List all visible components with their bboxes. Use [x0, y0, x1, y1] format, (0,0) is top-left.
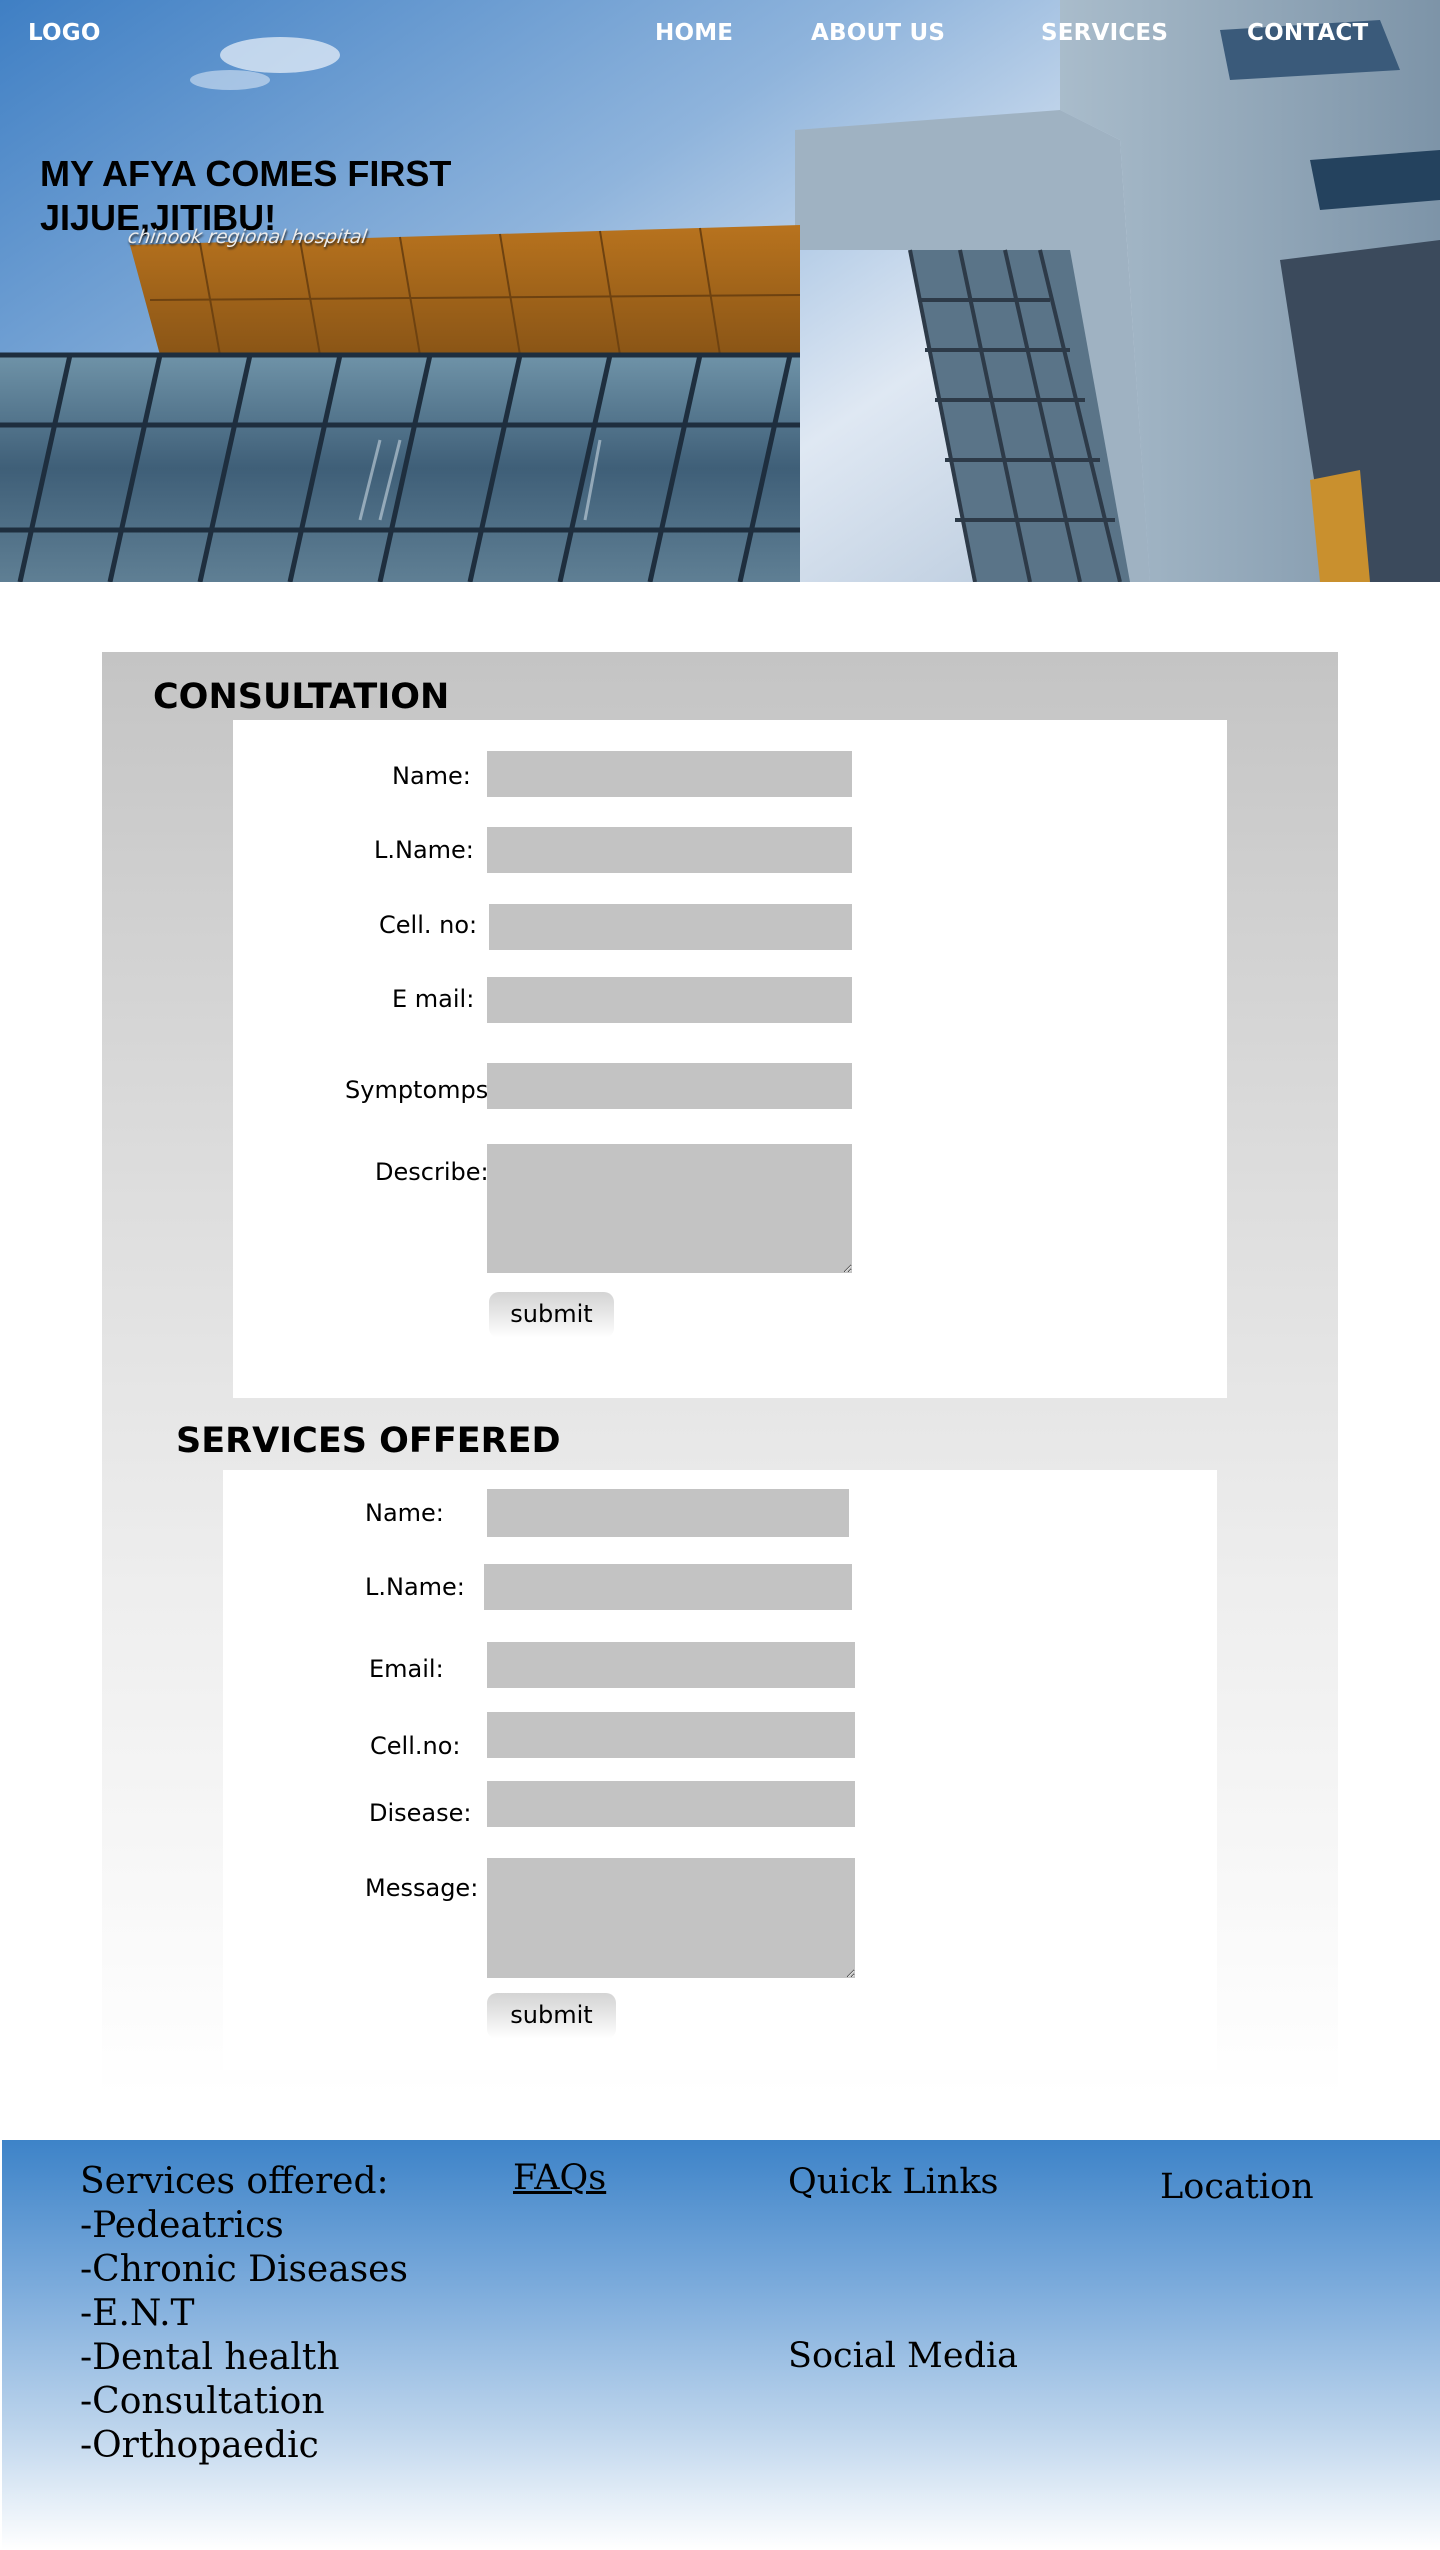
service-disease-input[interactable] [487, 1781, 855, 1827]
footer-service-item[interactable]: -Orthopaedic [80, 2424, 408, 2468]
service-lname-label: L.Name: [365, 1573, 465, 1601]
consult-email-input[interactable] [487, 977, 852, 1023]
consultation-form [233, 720, 1227, 1398]
consult-submit-button[interactable]: submit [489, 1292, 614, 1338]
consult-describe-textarea[interactable] [487, 1144, 852, 1273]
logo[interactable]: LOGO [28, 20, 101, 46]
footer-faqs-link[interactable]: FAQs [513, 2158, 606, 2198]
consult-describe-label: Describe: [375, 1158, 489, 1186]
service-name-label: Name: [365, 1499, 444, 1527]
consultation-title: CONSULTATION [153, 677, 450, 717]
nav-contact-link[interactable]: CONTACT [1247, 20, 1368, 46]
nav-services-link[interactable]: SERVICES [1041, 20, 1168, 46]
service-lname-input[interactable] [484, 1564, 852, 1610]
service-disease-label: Disease: [369, 1799, 472, 1827]
consult-cell-label: Cell. no: [379, 911, 478, 939]
consult-lname-label: L.Name: [374, 836, 474, 864]
service-email-input[interactable] [487, 1642, 855, 1688]
hero-heading-line1: MY AFYA COMES FIRST [40, 153, 452, 194]
consult-lname-input[interactable] [487, 827, 852, 873]
building-sign-text: chinook regional hospital [126, 226, 369, 248]
services-offered-title: SERVICES OFFERED [176, 1421, 561, 1461]
consult-cell-input[interactable] [489, 904, 852, 950]
footer-quick-links-heading: Quick Links [788, 2162, 999, 2202]
consult-symptoms-input[interactable] [487, 1063, 852, 1109]
consult-name-label: Name: [392, 762, 471, 790]
footer-service-item[interactable]: -Consultation [80, 2380, 408, 2424]
footer-service-item[interactable]: -E.N.T [80, 2292, 408, 2336]
service-submit-button[interactable]: submit [487, 1993, 616, 2039]
footer-services-heading: Services offered: [80, 2161, 389, 2202]
footer-location-heading: Location [1160, 2167, 1314, 2207]
consult-email-label: E mail: [392, 985, 475, 1013]
service-email-label: Email: [369, 1655, 444, 1683]
footer-service-item[interactable]: -Dental health [80, 2336, 408, 2380]
consult-symptoms-label: Symptomps: [345, 1076, 497, 1104]
nav-home-link[interactable]: HOME [655, 20, 733, 46]
footer-service-item[interactable]: -Pedeatrics [80, 2204, 408, 2248]
service-name-input[interactable] [487, 1489, 849, 1537]
service-message-textarea[interactable] [487, 1858, 855, 1978]
service-cell-input[interactable] [487, 1712, 855, 1758]
nav-about-link[interactable]: ABOUT US [811, 20, 945, 46]
footer-social-media-heading: Social Media [788, 2336, 1019, 2376]
footer-services-list: -Pedeatrics -Chronic Diseases -E.N.T -De… [80, 2204, 408, 2468]
footer-service-item[interactable]: -Chronic Diseases [80, 2248, 408, 2292]
service-cell-label: Cell.no: [370, 1732, 461, 1760]
services-form [223, 1470, 1217, 2070]
consult-name-input[interactable] [487, 751, 852, 797]
hospital-building-image [0, 0, 1440, 582]
hero-banner: LOGO HOME ABOUT US SERVICES CONTACT MY A… [0, 0, 1440, 582]
service-message-label: Message: [365, 1874, 479, 1902]
